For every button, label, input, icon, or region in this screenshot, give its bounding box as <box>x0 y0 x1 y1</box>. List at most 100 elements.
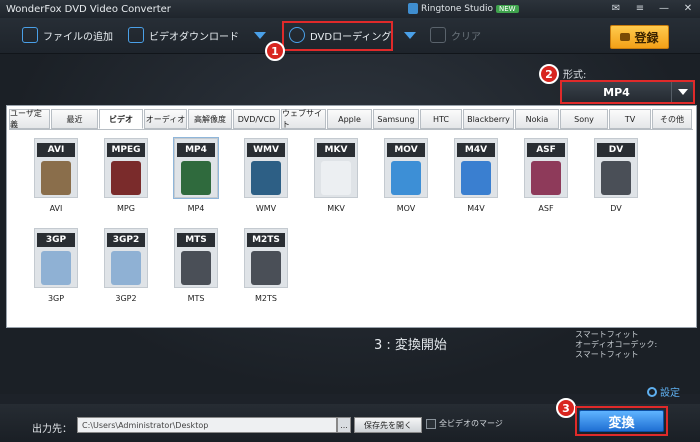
format-tag: MP4 <box>177 143 215 157</box>
ringtone-studio-link[interactable]: Ringtone Studio NEW <box>408 3 519 14</box>
tab-1[interactable]: 最近 <box>51 109 98 129</box>
format-icon <box>461 161 491 195</box>
format-icon <box>391 161 421 195</box>
format-tile-asf[interactable]: ASF ASF <box>511 138 581 228</box>
trash-icon <box>430 27 446 43</box>
close-button[interactable]: ✕ <box>678 1 698 16</box>
format-label: MTS <box>187 294 205 303</box>
format-tag: 3GP2 <box>107 233 145 247</box>
window-title: WonderFox DVD Video Converter <box>6 3 171 15</box>
video-setting-text: スマートフィット <box>575 330 639 339</box>
clear-button[interactable]: クリア <box>430 27 481 43</box>
format-tag: MKV <box>317 143 355 157</box>
minimize-button[interactable]: — <box>654 1 674 16</box>
format-tile-wmv[interactable]: WMV WMV <box>231 138 301 228</box>
tab-7[interactable]: Apple <box>327 109 372 129</box>
format-tile-mpg[interactable]: MPEG MPG <box>91 138 161 228</box>
format-panel: ユーザ定義 最近 ビデオ オーディオ 高解像度 DVD/VCD ウェブサイト Apple Sam… <box>6 105 697 328</box>
tab-14[interactable]: その他 <box>652 109 692 129</box>
output-path-field[interactable]: C:\Users\Administrator\Desktop <box>77 417 337 433</box>
format-label: AVI <box>49 204 63 213</box>
tab-3[interactable]: オーディオ <box>144 109 187 129</box>
format-tile-mts[interactable]: MTS MTS <box>161 228 231 318</box>
chevron-down-icon[interactable] <box>254 31 266 39</box>
step3-instruction: 3 : 変換開始 <box>374 338 447 353</box>
format-tile-m4v[interactable]: M4V M4V <box>441 138 511 228</box>
callout-badge-1: 1 <box>265 41 285 61</box>
format-tag: MPEG <box>107 143 145 157</box>
callout-badge-2: 2 <box>539 64 559 84</box>
format-thumbnail: WMV <box>244 138 288 198</box>
format-icon <box>111 161 141 195</box>
convert-highlight: 変換 <box>575 406 668 436</box>
settings-button[interactable]: 設定 <box>647 384 680 399</box>
new-badge: NEW <box>495 4 519 13</box>
output-format-select[interactable]: MP4 <box>560 80 695 104</box>
format-thumbnail: 3GP2 <box>104 228 148 288</box>
tab-2[interactable]: ビデオ <box>99 109 143 129</box>
register-label: 登録 <box>634 30 659 45</box>
chevron-down-icon[interactable] <box>671 82 693 102</box>
format-tile-mkv[interactable]: MKV MKV <box>301 138 371 228</box>
format-thumbnail: MP4 <box>173 137 219 199</box>
ringtone-label: Ringtone Studio <box>421 3 493 14</box>
format-label: MP4 <box>187 204 205 213</box>
menu-icon[interactable]: ≡ <box>630 1 650 16</box>
feedback-icon[interactable]: ✉ <box>606 1 626 16</box>
format-tile-m2ts[interactable]: M2TS M2TS <box>231 228 301 318</box>
format-icon <box>321 161 351 195</box>
format-thumbnail: MTS <box>174 228 218 288</box>
format-tag: MTS <box>177 233 215 247</box>
browse-button[interactable]: ... <box>337 417 351 433</box>
register-button[interactable]: 登録 <box>610 25 669 49</box>
format-icon <box>41 251 71 285</box>
tab-9[interactable]: HTC <box>420 109 462 129</box>
format-tile-mov[interactable]: MOV MOV <box>371 138 441 228</box>
format-thumbnail: MKV <box>314 138 358 198</box>
format-thumbnail: MPEG <box>104 138 148 198</box>
convert-button[interactable]: 変換 <box>579 410 664 432</box>
merge-checkbox[interactable] <box>426 418 436 429</box>
format-label: 3GP <box>47 294 65 303</box>
tab-4[interactable]: 高解像度 <box>188 109 232 129</box>
format-tag: WMV <box>247 143 285 157</box>
format-thumbnail: ASF <box>524 138 568 198</box>
format-tile-mp4[interactable]: MP4 MP4 <box>161 137 231 228</box>
tab-5[interactable]: DVD/VCD <box>233 109 280 129</box>
merge-all-toggle[interactable]: 全ビデオのマージ <box>426 418 503 429</box>
format-category-tabs: ユーザ定義 最近 ビデオ オーディオ 高解像度 DVD/VCD ウェブサイト Apple Sam… <box>9 109 692 129</box>
format-tile-avi[interactable]: AVI AVI <box>21 138 91 228</box>
tab-13[interactable]: TV <box>609 109 651 129</box>
open-folder-button[interactable]: 保存先を開く <box>354 417 422 433</box>
add-files-button[interactable]: ファイルの追加 <box>22 27 113 43</box>
audio-codec-value: スマートフィット <box>575 350 639 359</box>
format-grid: AVI AVI MPEG MPG MP4 MP4 WMV WMV MKV MKV MOV MOV M4V… <box>21 137 651 318</box>
format-tile-3gp2[interactable]: 3GP2 3GP2 <box>91 228 161 318</box>
tab-11[interactable]: Nokia <box>515 109 559 129</box>
tab-0[interactable]: ユーザ定義 <box>9 109 50 129</box>
format-label: M4V <box>467 204 485 213</box>
format-label: 形式: <box>563 70 587 81</box>
tab-8[interactable]: Samsung <box>373 109 419 129</box>
format-tile-dv[interactable]: DV DV <box>581 138 651 228</box>
video-download-label: ビデオダウンロード <box>149 31 239 43</box>
tab-divider <box>9 129 693 130</box>
chevron-down-icon[interactable] <box>404 31 417 39</box>
format-tag: AVI <box>37 143 75 157</box>
tab-12[interactable]: Sony <box>560 109 608 129</box>
format-icon <box>181 161 211 195</box>
format-thumbnail: 3GP <box>34 228 78 288</box>
clear-label: クリア <box>451 31 481 43</box>
format-label: DV <box>610 204 622 213</box>
format-thumbnail: MOV <box>384 138 428 198</box>
format-label: ASF <box>538 204 554 213</box>
format-label: MPG <box>117 204 135 213</box>
output-label: 出力先： <box>32 424 72 435</box>
ringtone-icon <box>408 3 418 14</box>
format-tile-3gp[interactable]: 3GP 3GP <box>21 228 91 318</box>
audio-codec-label: オーディオコーデック: <box>575 340 658 349</box>
video-download-button[interactable]: ビデオダウンロード <box>128 27 266 43</box>
tab-6[interactable]: ウェブサイト <box>281 109 326 129</box>
add-files-label: ファイルの追加 <box>43 31 113 43</box>
tab-10[interactable]: Blackberry <box>463 109 514 129</box>
